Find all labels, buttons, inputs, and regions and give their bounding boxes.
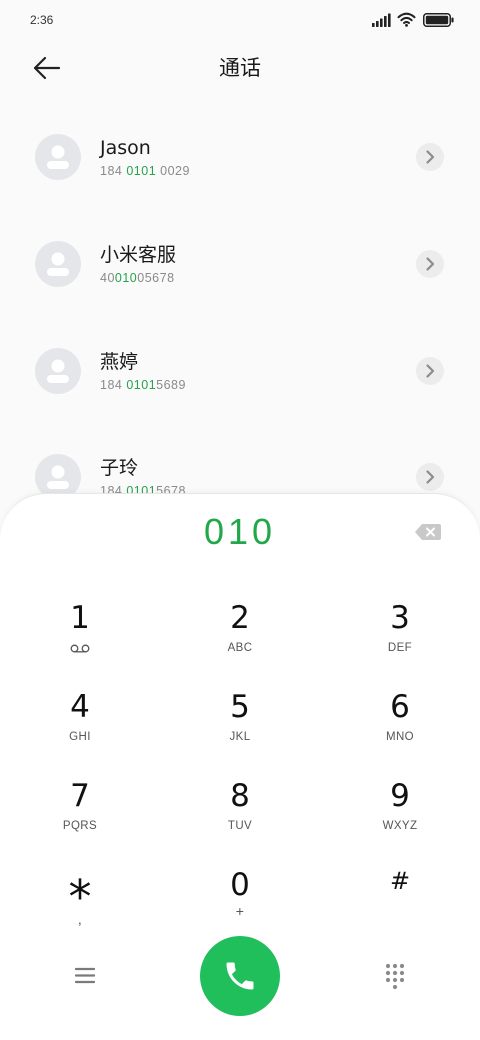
call-button[interactable] [200,936,280,1016]
key-letters: WXYZ [382,820,418,832]
key-digit: 1 [70,600,90,636]
chevron-right-icon [426,150,435,164]
key-digit: # [389,867,411,895]
number-prefix: 40 [100,271,115,285]
contact-name: 燕婷 [100,351,139,373]
person-icon [47,145,69,169]
voicemail-icon [70,644,90,653]
key-8[interactable]: 8 TUV [160,776,320,860]
key-hash[interactable]: # [320,865,480,949]
chevron-right-icon [426,364,435,378]
contact-row[interactable]: 燕婷 184 01015689 [0,326,480,416]
key-digit: 5 [230,689,250,725]
key-2[interactable]: 2 ABC [160,598,320,682]
number-suffix: 5689 [156,378,186,392]
contact-details-button[interactable] [416,250,444,278]
contact-details-button[interactable] [416,143,444,171]
dialpad-icon[interactable] [385,963,405,990]
key-letters: + [235,903,245,919]
number-match: 0101 [126,378,157,392]
phone-icon [226,962,254,990]
key-4[interactable]: 4 GHI [0,687,160,771]
contact-name: 子玲 [100,457,139,479]
contact-name: 小米客服 [100,244,177,266]
battery-icon [423,13,454,27]
key-digit: 3 [390,600,410,636]
key-letters: ABC [227,642,253,654]
key-letters: PQRS [62,820,98,832]
key-star[interactable]: * , [0,865,160,949]
avatar [35,134,81,180]
key-7[interactable]: 7 PQRS [0,776,160,860]
key-3[interactable]: 3 DEF [320,598,480,682]
page-title: 通话 [219,56,261,80]
contact-number: 184 01015689 [100,377,186,393]
key-9[interactable]: 9 WXYZ [320,776,480,860]
chevron-right-icon [426,470,435,484]
contact-number: 4001005678 [100,270,175,286]
contact-details-button[interactable] [416,463,444,491]
key-digit: 4 [70,689,90,725]
key-1[interactable]: 1 [0,598,160,682]
key-digit: 2 [230,600,250,636]
number-suffix: 05678 [137,271,175,285]
number-prefix: 184 [100,378,127,392]
key-letters: GHI [69,731,91,743]
key-6[interactable]: 6 MNO [320,687,480,771]
person-icon [47,359,69,383]
person-icon [47,252,69,276]
contact-row[interactable]: Jason 184 0101 0029 [0,112,480,202]
key-letters: JKL [229,731,251,743]
contact-number: 184 0101 0029 [100,163,190,179]
key-digit: 0 [230,867,250,903]
signal-icon [372,13,391,27]
number-match: 0101 [126,164,157,178]
contact-details-button[interactable] [416,357,444,385]
backspace-icon[interactable] [414,523,442,541]
key-letters: TUV [227,820,253,832]
number-prefix: 184 [100,164,127,178]
avatar [35,348,81,394]
contact-row[interactable]: 小米客服 4001005678 [0,219,480,309]
key-digit: 7 [70,778,90,814]
avatar [35,241,81,287]
status-time: 2:36 [30,13,54,27]
menu-icon[interactable] [75,967,95,984]
chevron-right-icon [426,257,435,271]
contact-name: Jason [100,137,151,159]
key-letters: DEF [387,642,413,654]
dialed-number-display[interactable]: 010 [0,510,480,554]
key-5[interactable]: 5 JKL [160,687,320,771]
number-match: 010 [114,271,138,285]
key-digit: 6 [390,689,410,725]
key-letters: , [77,911,83,927]
key-letters: MNO [385,731,415,743]
key-digit: 9 [390,778,410,814]
key-digit: 8 [230,778,250,814]
number-suffix: 0029 [156,164,190,178]
dialer-panel: 010 1 2 ABC 3 DEF 4 GHI 5 JKL 6 MNO 7 PQ… [0,493,480,1040]
wifi-icon [397,12,416,27]
